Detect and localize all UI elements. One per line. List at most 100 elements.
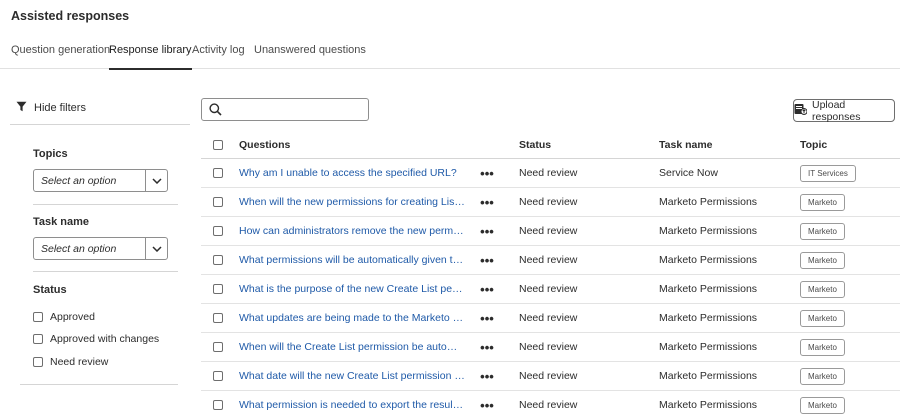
row-checkbox[interactable] <box>213 217 227 245</box>
table-row: When will the Create List permission be … <box>201 333 900 362</box>
topic-tag: Marketo <box>800 280 845 298</box>
tab-question-generation[interactable]: Question generation <box>11 44 110 69</box>
status-cell: Need review <box>519 283 578 295</box>
tab-response-library[interactable]: Response library <box>109 44 192 70</box>
hide-filters-label: Hide filters <box>34 102 86 114</box>
question-link[interactable]: When will the Create List permission be … <box>239 341 465 353</box>
table-header: Questions Status Task name Topic <box>201 131 900 159</box>
status-cell: Need review <box>519 312 578 324</box>
tab-bar: Question generation Response library Act… <box>0 44 900 70</box>
upload-responses-button[interactable]: Upload responses <box>793 98 895 123</box>
status-cell: Need review <box>519 167 578 179</box>
divider <box>33 204 178 205</box>
select-all-checkbox[interactable] <box>213 131 227 158</box>
status-option-label: Approved with changes <box>50 333 160 345</box>
topic-cell: Marketo <box>800 246 900 274</box>
topic-cell: Marketo <box>800 188 900 216</box>
divider <box>20 384 178 385</box>
row-checkbox[interactable] <box>213 246 227 274</box>
task-name-cell: Service Now <box>659 167 718 179</box>
task-name-cell: Marketo Permissions <box>659 341 758 353</box>
row-checkbox[interactable] <box>213 391 227 415</box>
question-cell: When will the Create List permission be … <box>239 333 465 361</box>
tab-activity-log[interactable]: Activity log <box>192 44 245 69</box>
question-link[interactable]: How can administrators remove the new pe… <box>239 225 465 237</box>
topics-select[interactable]: Select an option <box>33 169 168 192</box>
question-link[interactable]: What permissions will be automatically g… <box>239 254 465 266</box>
question-cell: What is the purpose of the new Create Li… <box>239 275 465 303</box>
row-menu-glyph: ••• <box>480 397 494 413</box>
row-checkbox[interactable] <box>213 188 227 216</box>
checkbox[interactable] <box>33 312 43 322</box>
table-row: When will the new permissions for creati… <box>201 188 900 217</box>
search-icon <box>209 103 222 119</box>
question-cell: When will the new permissions for creati… <box>239 188 465 216</box>
task-name-cell: Marketo Permissions <box>659 196 758 208</box>
checkbox[interactable] <box>33 357 43 367</box>
question-link[interactable]: What updates are being made to the Marke… <box>239 312 465 324</box>
task-name-select[interactable]: Select an option <box>33 237 168 260</box>
more-icon[interactable]: ••• <box>477 246 497 274</box>
more-icon[interactable]: ••• <box>477 391 497 415</box>
more-icon[interactable]: ••• <box>477 275 497 303</box>
row-checkbox[interactable] <box>213 304 227 332</box>
task-name-cell: Marketo Permissions <box>659 399 758 411</box>
hide-filters-button[interactable]: Hide filters <box>16 101 86 115</box>
table-row: What updates are being made to the Marke… <box>201 304 900 333</box>
topic-cell: Marketo <box>800 391 900 415</box>
question-link[interactable]: What permission is needed to export the … <box>239 399 465 411</box>
more-icon[interactable]: ••• <box>477 217 497 245</box>
status-heading: Status <box>33 284 67 296</box>
status-cell: Need review <box>519 196 578 208</box>
topic-tag: Marketo <box>800 309 845 327</box>
filter-icon <box>16 101 27 115</box>
divider <box>10 124 190 125</box>
topics-heading: Topics <box>33 148 68 160</box>
row-menu-glyph: ••• <box>480 194 494 210</box>
column-header-questions[interactable]: Questions <box>239 131 465 158</box>
question-link[interactable]: What date will the new Create List permi… <box>239 370 465 382</box>
upload-responses-label: Upload responses <box>812 98 861 123</box>
tab-unanswered-questions[interactable]: Unanswered questions <box>254 44 366 69</box>
question-cell: How can administrators remove the new pe… <box>239 217 465 245</box>
question-link[interactable]: Why am I unable to access the specified … <box>239 167 465 179</box>
topic-cell: Marketo <box>800 362 900 390</box>
row-checkbox[interactable] <box>213 362 227 390</box>
status-option-approved[interactable]: Approved <box>33 311 95 323</box>
topic-tag: Marketo <box>800 193 845 211</box>
checkbox[interactable] <box>33 334 43 344</box>
row-checkbox[interactable] <box>213 159 227 187</box>
row-menu-glyph: ••• <box>480 165 494 181</box>
row-checkbox[interactable] <box>213 333 227 361</box>
column-header-status[interactable]: Status <box>519 131 639 158</box>
question-link[interactable]: When will the new permissions for creati… <box>239 196 465 208</box>
topics-select-value: Select an option <box>41 175 117 187</box>
more-icon[interactable]: ••• <box>477 188 497 216</box>
chevron-down-icon[interactable] <box>145 170 167 191</box>
table-row: How can administrators remove the new pe… <box>201 217 900 246</box>
more-icon[interactable]: ••• <box>477 304 497 332</box>
column-header-topic[interactable]: Topic <box>800 131 900 158</box>
search-field[interactable] <box>201 98 369 121</box>
topic-tag: Marketo <box>800 396 845 414</box>
column-header-task-name[interactable]: Task name <box>659 131 789 158</box>
topic-cell: Marketo <box>800 333 900 361</box>
question-link[interactable]: What is the purpose of the new Create Li… <box>239 283 465 295</box>
table-row: Why am I unable to access the specified … <box>201 159 900 188</box>
more-icon[interactable]: ••• <box>477 333 497 361</box>
more-icon[interactable]: ••• <box>477 362 497 390</box>
page-title: Assisted responses <box>11 9 130 23</box>
question-cell: What permissions will be automatically g… <box>239 246 465 274</box>
status-cell: Need review <box>519 370 578 382</box>
task-name-select-value: Select an option <box>41 243 117 255</box>
question-cell: What permission is needed to export the … <box>239 391 465 415</box>
more-icon[interactable]: ••• <box>477 159 497 187</box>
task-name-cell: Marketo Permissions <box>659 312 758 324</box>
status-option-approved-with-changes[interactable]: Approved with changes <box>33 333 159 345</box>
status-option-need-review[interactable]: Need review <box>33 356 108 368</box>
row-menu-glyph: ••• <box>480 223 494 239</box>
status-cell: Need review <box>519 254 578 266</box>
chevron-down-icon[interactable] <box>145 238 167 259</box>
row-checkbox[interactable] <box>213 275 227 303</box>
question-cell: What date will the new Create List permi… <box>239 362 465 390</box>
